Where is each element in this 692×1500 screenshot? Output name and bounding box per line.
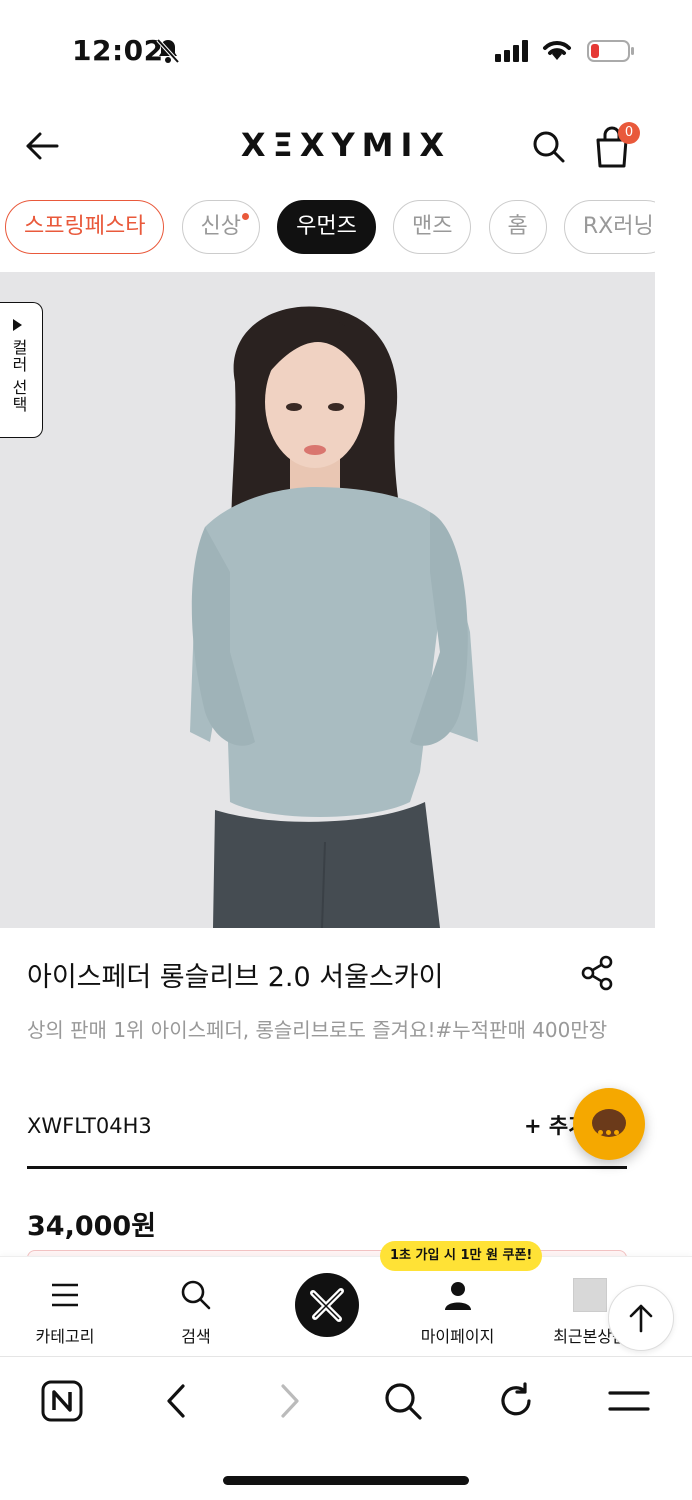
chip-home[interactable]: 홈 [488, 200, 547, 254]
recent-thumb-icon [573, 1278, 607, 1312]
forward-chevron-icon [281, 1384, 299, 1418]
nav-search[interactable]: 검색 [160, 1275, 232, 1347]
browser-search-button[interactable] [381, 1379, 425, 1423]
wifi-icon [543, 41, 571, 60]
share-button[interactable] [580, 954, 616, 992]
bell-slash-icon [156, 38, 180, 64]
brand-home-button[interactable] [295, 1273, 359, 1337]
divider [27, 1166, 627, 1169]
browser-refresh-button[interactable] [494, 1379, 538, 1423]
status-time: 12:02 [72, 34, 164, 67]
cart-button[interactable]: 0 [592, 122, 640, 170]
color-select-tab[interactable]: 컬러 선택 [0, 302, 43, 438]
coupon-tooltip[interactable]: 1초 가입 시 1만 원 쿠폰! [380, 1241, 543, 1271]
category-chips: 스프링페스타 신상 우먼즈 맨즈 홈 RX러닝 [0, 200, 655, 256]
color-select-label: 컬러 선택 [9, 339, 28, 414]
product-title: 아이스페더 롱슬리브 2.0 서울스카이 [27, 962, 444, 993]
new-dot [242, 213, 250, 220]
battery-low-icon [587, 40, 634, 62]
nav-label: 마이페이지 [420, 1327, 495, 1346]
product-description: 상의 판매 1위 아이스페더, 롱슬리브로도 즐겨요!#누적판매 400만장 [27, 1018, 608, 1042]
app-bottom-nav: 카테고리 검색 1초 가입 시 1만 원 쿠폰! 마이페이지 최근본상품 [0, 1241, 692, 1356]
chip-new[interactable]: 신상 [181, 200, 261, 254]
menu-icon [608, 1391, 650, 1411]
arrow-up-icon [629, 1304, 653, 1333]
top-header: XΞXYMIX 0 [0, 110, 692, 182]
menu-icon [52, 1283, 78, 1307]
back-chevron-icon [167, 1384, 185, 1418]
browser-forward-button[interactable] [268, 1379, 312, 1423]
product-price: 34,000원 [27, 1211, 157, 1242]
nav-mypage[interactable]: 마이페이지 [410, 1275, 505, 1347]
search-icon [181, 1280, 211, 1310]
browser-back-button[interactable] [154, 1379, 198, 1423]
product-image[interactable] [0, 272, 655, 928]
play-triangle-icon [13, 319, 22, 331]
brand-x-icon [310, 1288, 344, 1322]
nav-label: 검색 [181, 1327, 211, 1346]
search-button[interactable] [530, 128, 568, 166]
scroll-top-button[interactable] [608, 1285, 674, 1351]
chip-womens[interactable]: 우먼즈 [277, 200, 376, 254]
person-icon [444, 1282, 471, 1310]
model-photo [190, 306, 478, 928]
chat-dots [598, 1120, 622, 1139]
home-indicator [223, 1476, 469, 1485]
search-icon [385, 1383, 422, 1420]
status-bar: 12:02 [0, 0, 692, 100]
naver-n-icon [41, 1380, 83, 1422]
share-icon [581, 955, 613, 991]
chat-button[interactable] [573, 1088, 645, 1160]
nav-category[interactable]: 카테고리 [24, 1275, 106, 1347]
chip-spring-festa[interactable]: 스프링페스타 [5, 200, 165, 254]
browser-menu-button[interactable] [607, 1379, 651, 1423]
chip-mens[interactable]: 맨즈 [392, 200, 472, 254]
browser-home-button[interactable] [40, 1379, 84, 1423]
chip-rx-running[interactable]: RX러닝 [563, 200, 655, 254]
cart-count-badge: 0 [618, 122, 640, 144]
product-sku: XWFLT04H3 [27, 1114, 152, 1138]
cellular-signal-icon [495, 40, 528, 62]
nav-label: 카테고리 [35, 1327, 95, 1346]
brand-logo[interactable]: XΞXYMIX [0, 126, 692, 164]
chip-label: 신상 [200, 214, 242, 239]
search-icon [533, 131, 565, 163]
refresh-icon [501, 1382, 531, 1416]
